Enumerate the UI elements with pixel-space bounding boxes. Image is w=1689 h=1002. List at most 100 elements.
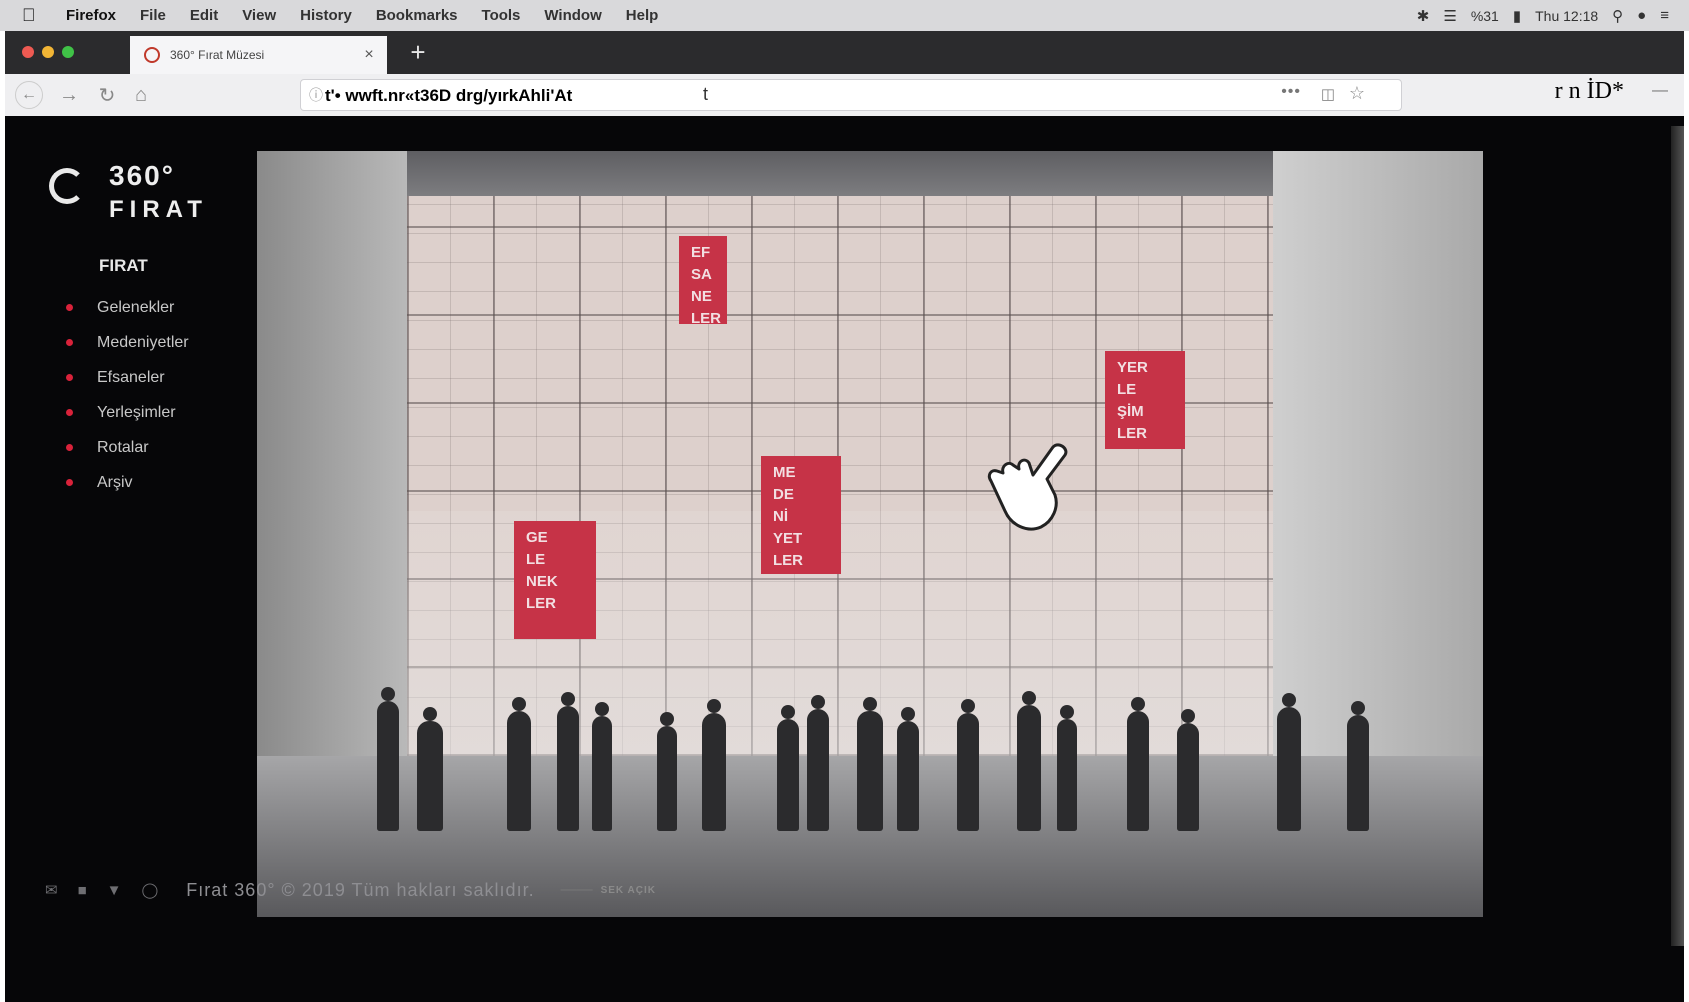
visitor-silhouette <box>417 707 443 831</box>
panel-text: YET <box>773 530 803 547</box>
pocket-icon[interactable]: ◫ <box>1321 85 1335 103</box>
visitor-silhouette <box>1057 705 1077 831</box>
site-logo[interactable]: 360° FIRAT <box>45 156 225 226</box>
nav-item-yerlesimler[interactable]: Yerleşimler <box>60 395 260 430</box>
panel-text: Nİ <box>773 508 788 525</box>
toolbar-right-icons[interactable]: r n İD* <box>1555 78 1624 105</box>
text-cursor: t <box>703 84 709 104</box>
visitor-silhouette <box>507 697 531 831</box>
panel-text: LE <box>1117 381 1137 398</box>
visitor-silhouette <box>1277 693 1301 831</box>
panel-yerlesimler[interactable]: YER LE ŞİM LER <box>1105 351 1185 449</box>
nav-item-rotalar[interactable]: Rotalar <box>60 430 260 465</box>
panel-text: SA <box>691 266 712 283</box>
apple-icon[interactable]:  <box>22 5 48 26</box>
bookmark-star-icon[interactable]: ☆ <box>1349 83 1365 104</box>
hamburger-menu-icon[interactable]: — <box>1652 82 1668 100</box>
menu-window[interactable]: Window <box>544 7 601 24</box>
panel-text: NEK <box>526 573 558 590</box>
menu-bookmarks[interactable]: Bookmarks <box>376 7 458 24</box>
spotlight-search-icon[interactable]: ⚲ <box>1612 7 1623 25</box>
menu-file[interactable]: File <box>140 7 166 24</box>
instagram-icon[interactable]: ◯ <box>142 881 159 899</box>
logo-line-2: FIRAT <box>109 196 208 223</box>
nav-heading[interactable]: FIRAT <box>99 256 260 276</box>
facebook-icon[interactable]: ■ <box>78 882 87 899</box>
nav-item-medeniyetler[interactable]: Medeniyetler <box>60 325 260 360</box>
wifi-icon[interactable]: ☰ <box>1443 7 1456 25</box>
made-by-link[interactable]: SEK AÇIK <box>601 885 656 896</box>
panel-text: EF <box>691 244 711 261</box>
menubar-status-area: ✱ ☰ %31 ▮ Thu 12:18 ⚲ ● ≡ <box>1417 0 1669 31</box>
nav-bullet <box>66 409 73 416</box>
menu-firefox[interactable]: Firefox <box>66 7 116 24</box>
browser-nav-bar: ← → ↻ ⌂ ⓘ t'• wwft.nr«t36D drg/yırkAhli'… <box>5 74 1684 116</box>
panel-efsaneler[interactable]: EF SA NE LER <box>679 236 727 327</box>
nav-item-efsaneler[interactable]: Efsaneler <box>60 360 260 395</box>
site-side-nav: FIRAT Gelenekler Medeniyetler Efsaneler … <box>60 256 260 500</box>
panel-text: ME <box>773 464 796 481</box>
panel-gelenekler[interactable]: GE LE NEK LER <box>514 521 596 639</box>
menu-view[interactable]: View <box>242 7 276 24</box>
nav-label: Medeniyetler <box>97 333 189 351</box>
menubar-clock[interactable]: Thu 12:18 <box>1535 8 1598 24</box>
browser-tab-active[interactable]: 360° Fırat Müzesi × <box>130 36 387 74</box>
panel-text: LER <box>773 552 803 569</box>
panel-medeniyetler[interactable]: ME DE Nİ YET LER <box>761 456 841 574</box>
email-icon[interactable]: ✉ <box>45 881 58 899</box>
panel-text: YER <box>1117 359 1148 376</box>
home-icon[interactable]: ⌂ <box>129 81 153 109</box>
twitter-icon[interactable]: ▼ <box>107 882 122 899</box>
back-arrow-icon[interactable]: ← <box>15 81 43 109</box>
page-scrollbar[interactable] <box>1671 126 1684 946</box>
visitor-silhouette <box>557 692 579 831</box>
notification-center-icon[interactable]: ≡ <box>1660 7 1669 24</box>
visitor-silhouettes <box>357 671 1387 831</box>
battery-percent: %31 <box>1470 7 1499 24</box>
battery-icon[interactable]: ▮ <box>1513 7 1521 25</box>
panel-text: LER <box>526 595 556 612</box>
tab-favicon-icon <box>144 47 160 63</box>
site-footer: ✉ ■ ▼ ◯ Fırat 360° © 2019 Tüm hakları sa… <box>45 878 656 902</box>
panel-text: ŞİM <box>1117 403 1144 420</box>
nav-label: Rotalar <box>97 438 149 456</box>
panel-text: GE <box>526 529 548 546</box>
nav-bullet <box>66 444 73 451</box>
nav-label: Yerleşimler <box>97 403 176 421</box>
visitor-silhouette <box>807 695 829 831</box>
url-bar[interactable]: ⓘ t'• wwft.nr«t36D drg/yırkAhli'At t •••… <box>300 79 1402 111</box>
forward-arrow-icon[interactable]: → <box>57 81 81 109</box>
visitor-silhouette <box>1347 701 1369 831</box>
bluetooth-icon[interactable]: ✱ <box>1417 7 1430 25</box>
visitor-silhouette <box>777 705 799 831</box>
menu-help[interactable]: Help <box>626 7 659 24</box>
visitor-silhouette <box>957 699 979 831</box>
new-tab-button[interactable]: + <box>404 36 432 68</box>
nav-bullet <box>66 479 73 486</box>
window-close-button[interactable] <box>22 46 34 58</box>
browser-tab-bar: 360° Fırat Müzesi × + <box>5 31 1684 74</box>
nav-bullet <box>66 304 73 311</box>
panel-text: LE <box>526 551 546 568</box>
menu-history[interactable]: History <box>300 7 352 24</box>
nav-bullet <box>66 374 73 381</box>
nav-label: Efsaneler <box>97 368 165 386</box>
tab-close-icon[interactable]: × <box>359 46 379 64</box>
menu-edit[interactable]: Edit <box>190 7 218 24</box>
url-text[interactable]: t'• wwft.nr«t36D drg/yırkAhli'At <box>325 86 572 106</box>
visitor-silhouette <box>377 687 399 831</box>
window-minimize-button[interactable] <box>42 46 54 58</box>
site-info-icon[interactable]: ⓘ <box>309 85 323 105</box>
footer-divider: —— <box>560 881 593 898</box>
visitor-silhouette <box>897 707 919 831</box>
panel-text: LER <box>1117 425 1147 442</box>
panel-text: NE <box>691 288 712 305</box>
reload-icon[interactable]: ↻ <box>95 81 119 109</box>
menu-tools[interactable]: Tools <box>482 7 521 24</box>
window-zoom-button[interactable] <box>62 46 74 58</box>
user-icon[interactable]: ● <box>1637 7 1646 24</box>
page-actions-button[interactable]: ••• <box>1281 83 1301 101</box>
nav-item-arsiv[interactable]: Arşiv <box>60 465 260 500</box>
panel-text: LER <box>691 310 721 327</box>
nav-item-gelenekler[interactable]: Gelenekler <box>60 290 260 325</box>
